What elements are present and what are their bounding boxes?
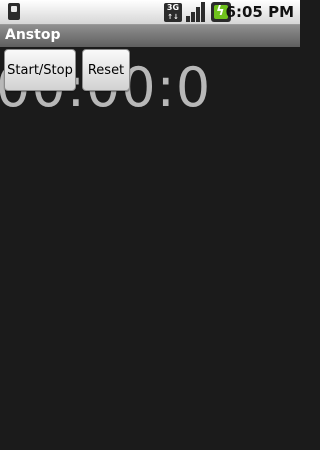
network-3g-icon: 3G ↑↓ — [164, 3, 182, 22]
network-label: 3G — [166, 3, 180, 12]
reset-button[interactable]: Reset — [82, 49, 130, 91]
status-bar: 3G ↑↓ ϟ 6:05 PM — [0, 0, 300, 25]
start-stop-button[interactable]: Start/Stop — [4, 49, 76, 91]
app-title-bar: Anstop — [0, 25, 300, 47]
sd-card-icon — [8, 3, 20, 20]
status-time: 6:05 PM — [225, 3, 294, 21]
signal-strength-icon — [186, 2, 206, 22]
network-activity-arrows: ↑↓ — [167, 13, 179, 21]
stopwatch-screen: 00:00:0 Start/Stop Reset — [0, 47, 300, 450]
app-title: Anstop — [5, 27, 61, 43]
